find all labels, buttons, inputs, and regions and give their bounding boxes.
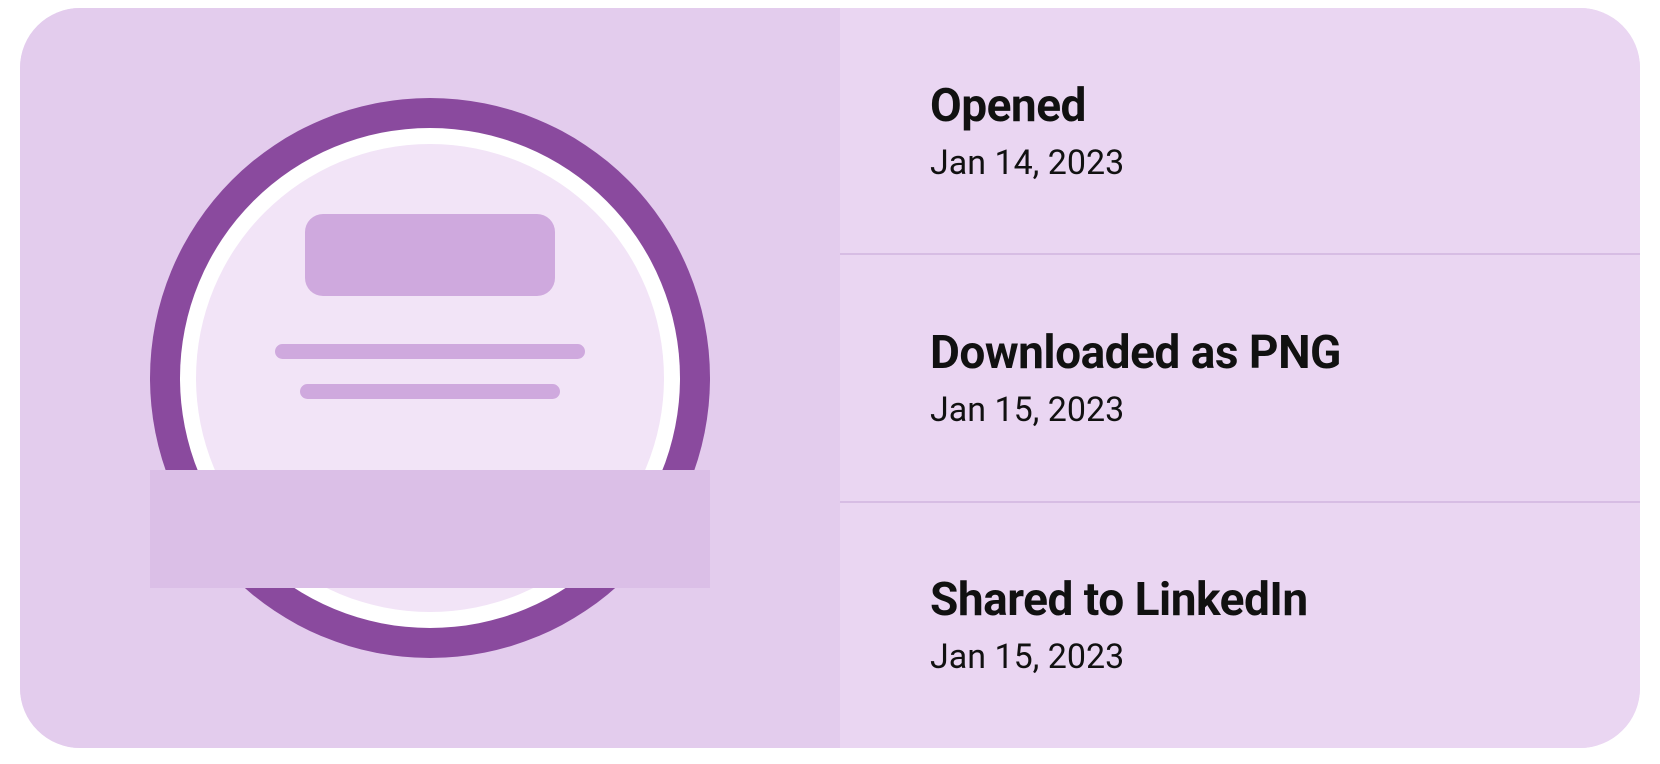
activity-title: Opened <box>930 79 1550 133</box>
activity-date: Jan 15, 2023 <box>930 637 1550 677</box>
activity-item-shared[interactable]: Shared to LinkedIn Jan 15, 2023 <box>840 503 1640 748</box>
badge-line-placeholder <box>300 384 560 399</box>
activity-list: Opened Jan 14, 2023 Downloaded as PNG Ja… <box>840 8 1640 748</box>
activity-date: Jan 15, 2023 <box>930 390 1550 430</box>
badge-line-placeholder <box>275 344 585 359</box>
badge-preview-panel <box>20 8 840 748</box>
badge-activity-card: Opened Jan 14, 2023 Downloaded as PNG Ja… <box>20 8 1640 748</box>
activity-date: Jan 14, 2023 <box>930 143 1550 183</box>
activity-item-downloaded[interactable]: Downloaded as PNG Jan 15, 2023 <box>840 255 1640 502</box>
activity-title: Shared to LinkedIn <box>930 573 1550 627</box>
activity-title: Downloaded as PNG <box>930 326 1550 380</box>
badge-icon <box>150 98 710 658</box>
badge-ribbon <box>150 470 710 588</box>
activity-item-opened[interactable]: Opened Jan 14, 2023 <box>840 8 1640 255</box>
badge-title-placeholder <box>305 214 555 296</box>
